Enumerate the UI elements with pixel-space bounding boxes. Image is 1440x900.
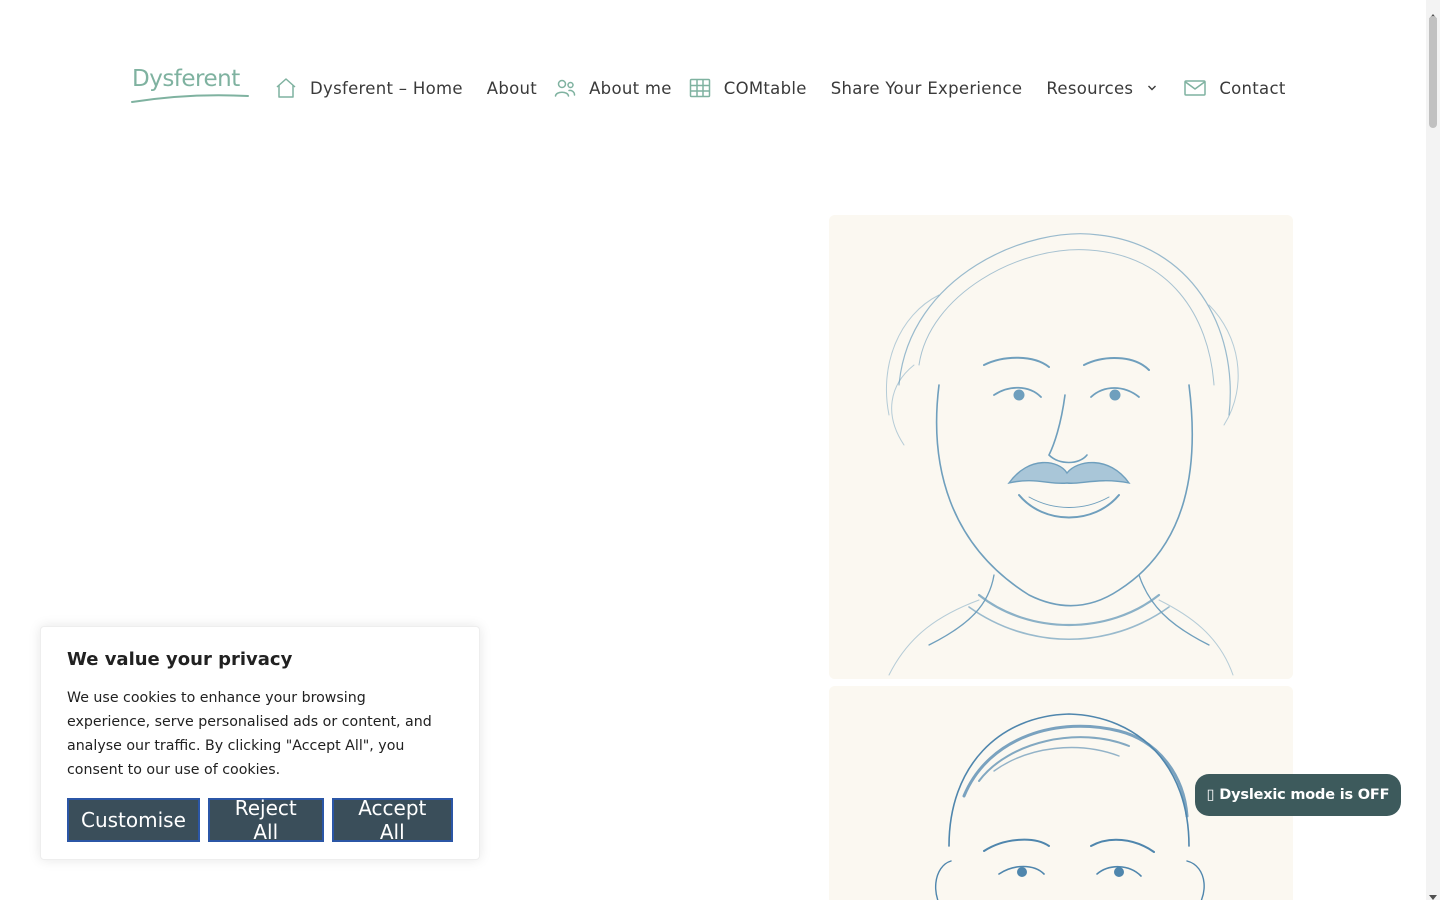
logo-swoosh-icon [131, 94, 249, 103]
nav-item-about-me[interactable]: About me [553, 76, 672, 100]
page-scrollbar[interactable] [1426, 0, 1440, 900]
scrollbar-thumb[interactable] [1429, 16, 1437, 128]
logo-text: Dysferent [132, 66, 240, 92]
dyslexic-mode-label: ▯ Dyslexic mode is OFF [1206, 787, 1390, 803]
nav-item-resources[interactable]: Resources [1046, 79, 1183, 98]
main-nav: Dysferent – Home About About me COMtable… [274, 76, 1286, 100]
cookie-banner-text: We use cookies to enhance your browsing … [67, 690, 432, 778]
dyslexic-mode-toggle[interactable]: ▯ Dyslexic mode is OFF [1195, 774, 1401, 816]
site-logo[interactable]: Dysferent [130, 62, 250, 114]
nav-item-home[interactable]: Dysferent – Home [274, 76, 463, 100]
nav-item-about[interactable]: About [487, 79, 537, 98]
nav-label-comtable: COMtable [723, 78, 807, 98]
chevron-down-icon[interactable] [1147, 84, 1157, 92]
nav-item-share-experience[interactable]: Share Your Experience [831, 79, 1023, 98]
accept-all-button[interactable]: Accept All [331, 796, 453, 844]
nav-label-contact: Contact [1219, 78, 1286, 98]
nav-label-resources: Resources [1046, 78, 1134, 98]
portrait-sketch-1 [829, 215, 1293, 679]
portrait-sketch-image [829, 215, 1293, 679]
nav-item-comtable[interactable]: COMtable [688, 76, 807, 100]
page: Dysferent Dysferent – Home About About m… [0, 0, 1440, 900]
nav-label-about-me: About me [589, 78, 672, 98]
mail-icon [1183, 76, 1207, 100]
cookie-banner-title: We value your privacy [67, 649, 293, 670]
nav-label-share-experience: Share Your Experience [830, 78, 1023, 98]
cookie-banner-buttons: Customise Reject All Accept All [67, 796, 453, 844]
nav-label-home: Dysferent – Home [310, 78, 463, 98]
nav-item-contact[interactable]: Contact [1183, 76, 1285, 100]
customise-button[interactable]: Customise [67, 798, 200, 842]
nav-label-about: About [486, 78, 538, 98]
table-icon [688, 76, 712, 100]
users-icon [553, 76, 577, 100]
home-icon [274, 76, 298, 100]
scroll-down-icon[interactable] [1429, 886, 1437, 900]
cookie-consent-banner: We value your privacy We use cookies to … [40, 626, 480, 860]
site-header: Dysferent Dysferent – Home About About m… [130, 62, 1286, 114]
reject-all-button[interactable]: Reject All [207, 796, 324, 844]
